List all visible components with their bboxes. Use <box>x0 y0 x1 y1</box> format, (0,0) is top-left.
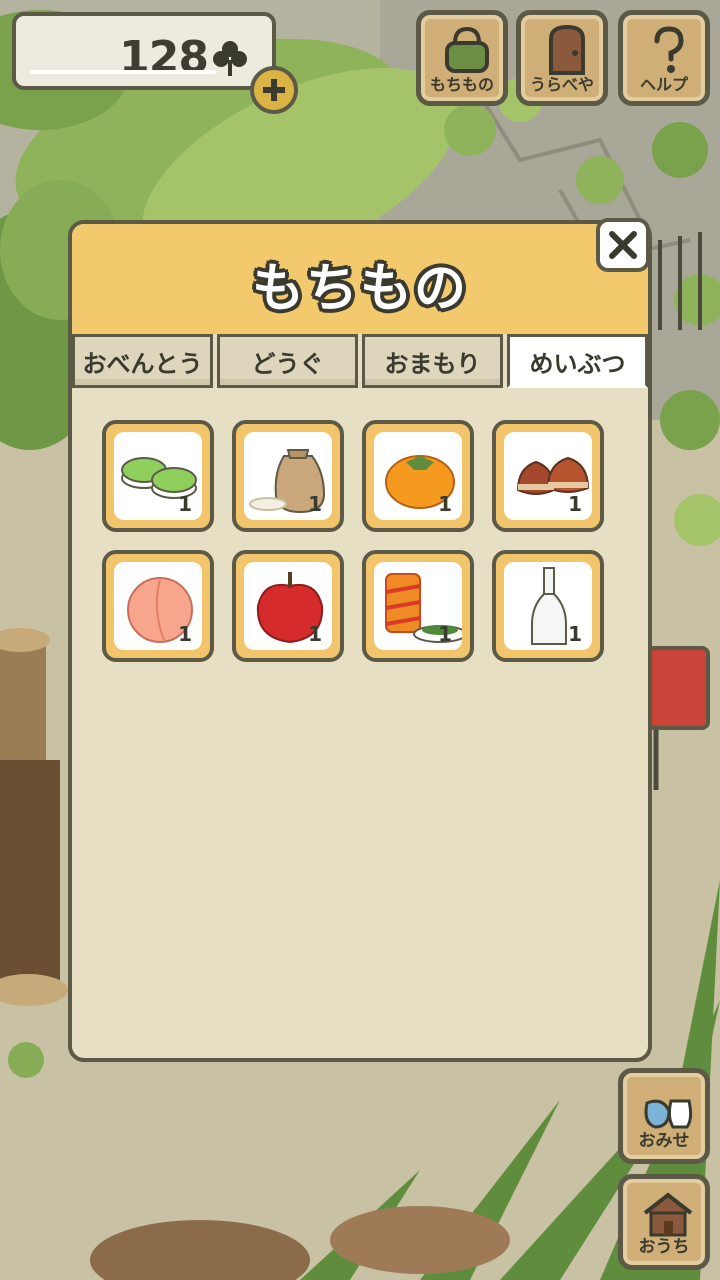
tab-tools[interactable]: どうぐ <box>217 334 358 388</box>
inventory-panel: もちもの おべんとう どうぐ おまもり めいぶつ 1 1 1 1 1 1 1 1 <box>68 220 652 1062</box>
shop-button-label: おみせ <box>638 1131 690 1151</box>
back-room-menu-label: うらべや <box>529 75 594 94</box>
house-button[interactable]: おうち <box>618 1174 710 1270</box>
item-quantity: 1 <box>568 622 582 646</box>
tab-charms[interactable]: おまもり <box>362 334 503 388</box>
item-quantity: 1 <box>178 492 192 516</box>
item-slot[interactable]: 1 <box>362 550 474 662</box>
help-menu-label: ヘルプ <box>639 75 688 94</box>
inventory-menu-button[interactable]: もちもの <box>416 10 508 106</box>
question-icon <box>654 26 684 73</box>
house-button-label: おうち <box>638 1237 690 1257</box>
tab-souvenirs[interactable]: めいぶつ <box>507 334 648 388</box>
item-slot[interactable]: 1 <box>232 420 344 532</box>
item-quantity: 1 <box>438 492 452 516</box>
clover-count: 128 <box>119 32 209 83</box>
shop-button[interactable]: おみせ <box>618 1068 710 1164</box>
item-grid: 1 1 1 1 1 1 1 1 <box>102 420 604 662</box>
item-slot[interactable]: 1 <box>362 420 474 532</box>
panel-header: もちもの <box>72 224 648 334</box>
add-clover-button[interactable] <box>250 66 298 114</box>
back-room-menu-button[interactable]: うらべや <box>516 10 608 106</box>
close-button[interactable] <box>596 218 650 272</box>
panel-title: もちもの <box>251 259 468 319</box>
item-quantity: 1 <box>308 492 322 516</box>
clover-bar <box>30 70 216 74</box>
bag-icon <box>445 26 489 73</box>
item-slot[interactable]: 1 <box>102 550 214 662</box>
item-slot[interactable]: 1 <box>492 550 604 662</box>
clover-counter: 128 <box>12 12 276 90</box>
inventory-menu-label: もちもの <box>429 75 494 94</box>
item-slot[interactable]: 1 <box>232 550 344 662</box>
item-quantity: 1 <box>438 622 452 646</box>
help-menu-button[interactable]: ヘルプ <box>618 10 710 106</box>
item-quantity: 1 <box>178 622 192 646</box>
door-icon <box>549 25 585 75</box>
item-quantity: 1 <box>568 492 582 516</box>
tab-lunch[interactable]: おべんとう <box>72 334 213 388</box>
close-icon <box>609 231 637 259</box>
plus-icon <box>263 79 285 101</box>
inventory-tabs: おべんとう どうぐ おまもり めいぶつ <box>72 334 648 388</box>
item-slot[interactable]: 1 <box>492 420 604 532</box>
item-slot[interactable]: 1 <box>102 420 214 532</box>
item-quantity: 1 <box>308 622 322 646</box>
clover-icon <box>210 38 250 78</box>
